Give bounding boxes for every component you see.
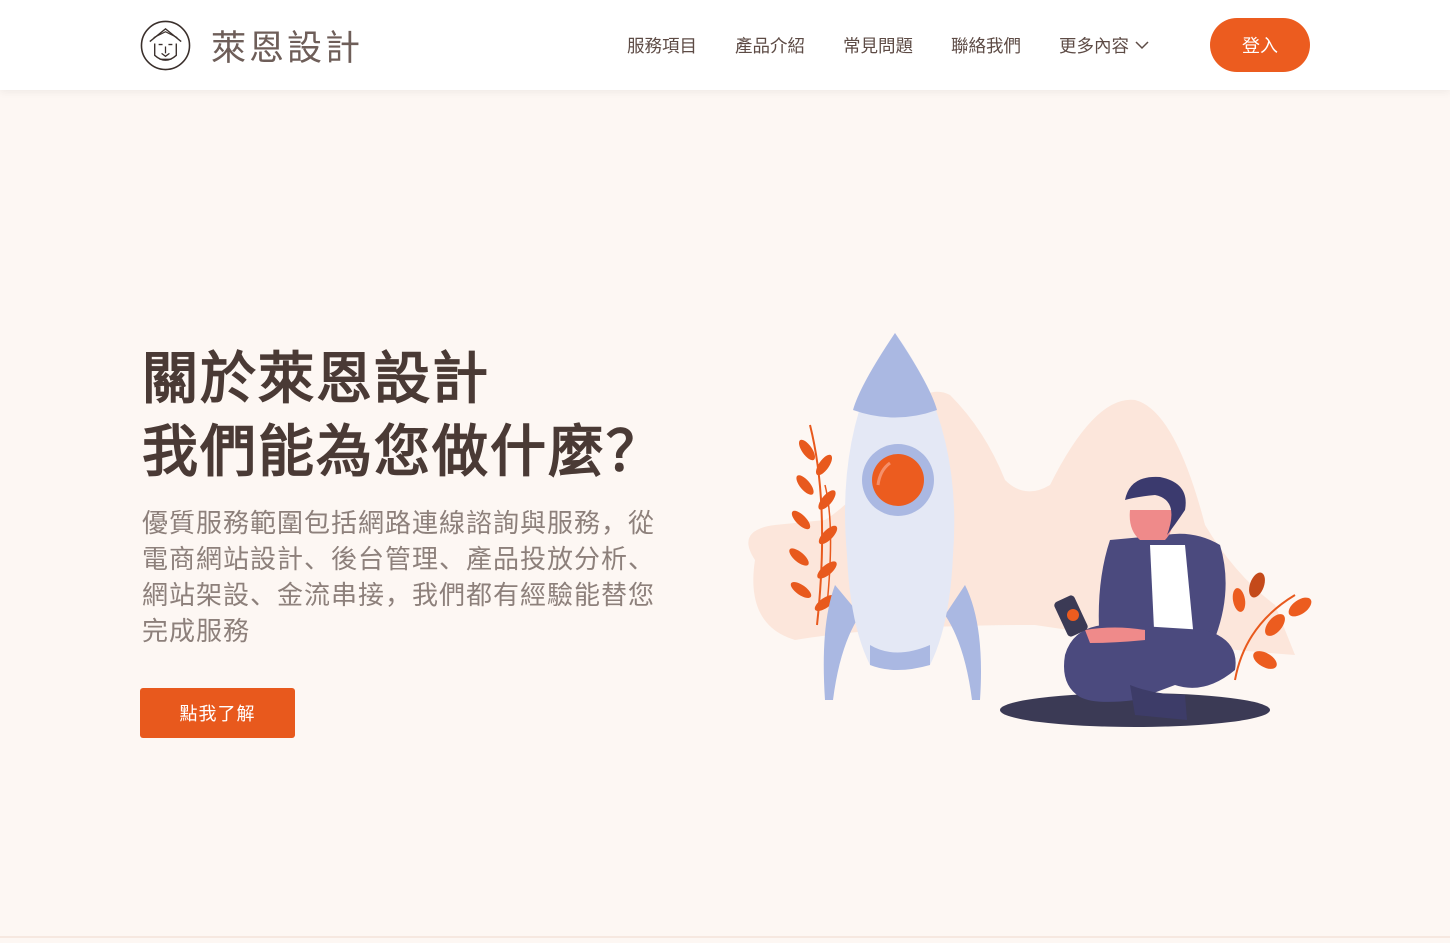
- hero-desc-line: 優質服務範圍包括網路連線諮詢與服務，從: [142, 509, 656, 539]
- nav-more-label: 更多內容: [1059, 36, 1129, 57]
- hero-title-line-2: 我們能為您做什麼？: [142, 420, 664, 485]
- nav-item-contact[interactable]: 聯絡我們: [951, 33, 1021, 58]
- chevron-down-icon: [1135, 40, 1149, 49]
- hero-title: 關於萊恩設計 我們能為您做什麼？: [142, 343, 742, 489]
- learn-more-button[interactable]: 點我了解: [140, 688, 295, 738]
- rocket-and-person-illustration: [748, 333, 1312, 727]
- main-nav: 服務項目 產品介紹 常見問題 聯絡我們 更多內容: [627, 30, 1149, 60]
- lion-face-icon: [140, 20, 191, 70]
- navbar: 萊恩設計 服務項目 產品介紹 常見問題 聯絡我們 更多內容 登入: [0, 0, 1450, 90]
- hero-desc-line: 網站架設、金流串接，我們都有經驗能替您: [142, 581, 656, 611]
- nav-item-products[interactable]: 產品介紹: [735, 33, 805, 58]
- hero-title-line-1: 關於萊恩設計: [142, 347, 490, 412]
- nav-item-more-dropdown[interactable]: 更多內容: [1059, 33, 1149, 58]
- nav-item-services[interactable]: 服務項目: [627, 33, 697, 58]
- login-button[interactable]: 登入: [1210, 18, 1310, 72]
- hero-desc-line: 電商網站設計、後台管理、產品投放分析、: [142, 545, 656, 575]
- hero-desc-line: 完成服務: [142, 617, 251, 647]
- section-divider: [0, 936, 1450, 938]
- brand-logo-link[interactable]: 萊恩設計: [140, 19, 363, 71]
- nav-item-faq[interactable]: 常見問題: [843, 33, 913, 58]
- hero-description: 優質服務範圍包括網路連線諮詢與服務，從 電商網站設計、後台管理、產品投放分析、 …: [142, 506, 722, 650]
- brand-name: 萊恩設計: [211, 28, 364, 69]
